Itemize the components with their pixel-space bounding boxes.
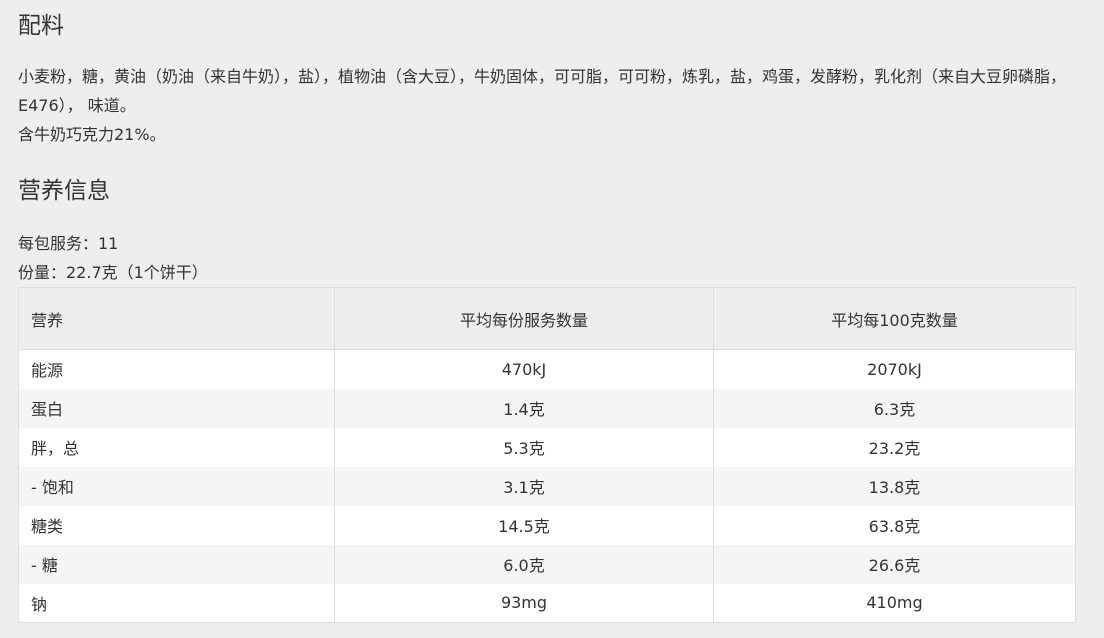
per-100g-value: 26.6克 (713, 544, 1076, 584)
table-row: 能源 470kJ 2070kJ (18, 349, 1076, 389)
ingredients-list: 小麦粉，糖，黄油（奶油（来自牛奶），盐），植物油（含大豆），牛奶固体，可可脂，可… (18, 67, 1067, 115)
nutrient-name: 钠 (18, 583, 335, 623)
nutrient-name: 糖类 (18, 505, 335, 545)
nutrient-name: 能源 (18, 349, 335, 389)
chocolate-content: 含牛奶巧克力21%。 (18, 125, 166, 144)
per-serving-value: 6.0克 (334, 544, 714, 584)
ingredients-text: 小麦粉，糖，黄油（奶油（来自牛奶），盐），植物油（含大豆），牛奶固体，可可脂，可… (18, 62, 1075, 149)
header-per-100g: 平均每100克数量 (713, 287, 1076, 350)
nutrient-name: - 糖 (18, 544, 335, 584)
header-per-serving: 平均每份服务数量 (334, 287, 714, 350)
serving-size: 份量：22.7克（1个饼干） (18, 263, 208, 282)
table-row: 钠 93mg 410mg (18, 583, 1076, 623)
header-nutrient: 营养 (18, 287, 335, 350)
per-100g-value: 410mg (713, 583, 1076, 623)
table-header-row: 营养 平均每份服务数量 平均每100克数量 (18, 287, 1076, 350)
table-row: 糖类 14.5克 63.8克 (18, 505, 1076, 545)
per-100g-value: 2070kJ (713, 349, 1076, 389)
per-serving-value: 3.1克 (334, 466, 714, 506)
per-100g-value: 13.8克 (713, 466, 1076, 506)
nutrition-heading: 营养信息 (18, 178, 110, 204)
nutrient-name: 胖，总 (18, 427, 335, 467)
nutrition-table: 营养 平均每份服务数量 平均每100克数量 能源 470kJ 2070kJ 蛋白… (18, 287, 1076, 623)
table-row: - 饱和 3.1克 13.8克 (18, 466, 1076, 506)
per-100g-value: 6.3克 (713, 388, 1076, 428)
table-row: 蛋白 1.4克 6.3克 (18, 388, 1076, 428)
table-row: 胖，总 5.3克 23.2克 (18, 427, 1076, 467)
per-serving-value: 93mg (334, 583, 714, 623)
per-100g-value: 63.8克 (713, 505, 1076, 545)
nutrient-name: - 饱和 (18, 466, 335, 506)
per-serving-value: 1.4克 (334, 388, 714, 428)
ingredients-heading: 配料 (18, 13, 64, 39)
servings-per-pack: 每包服务：11 (18, 234, 119, 253)
table-row: - 糖 6.0克 26.6克 (18, 544, 1076, 584)
per-100g-value: 23.2克 (713, 427, 1076, 467)
per-serving-value: 470kJ (334, 349, 714, 389)
per-serving-value: 14.5克 (334, 505, 714, 545)
per-serving-value: 5.3克 (334, 427, 714, 467)
nutrient-name: 蛋白 (18, 388, 335, 428)
serving-info: 每包服务：11 份量：22.7克（1个饼干） (18, 229, 208, 287)
